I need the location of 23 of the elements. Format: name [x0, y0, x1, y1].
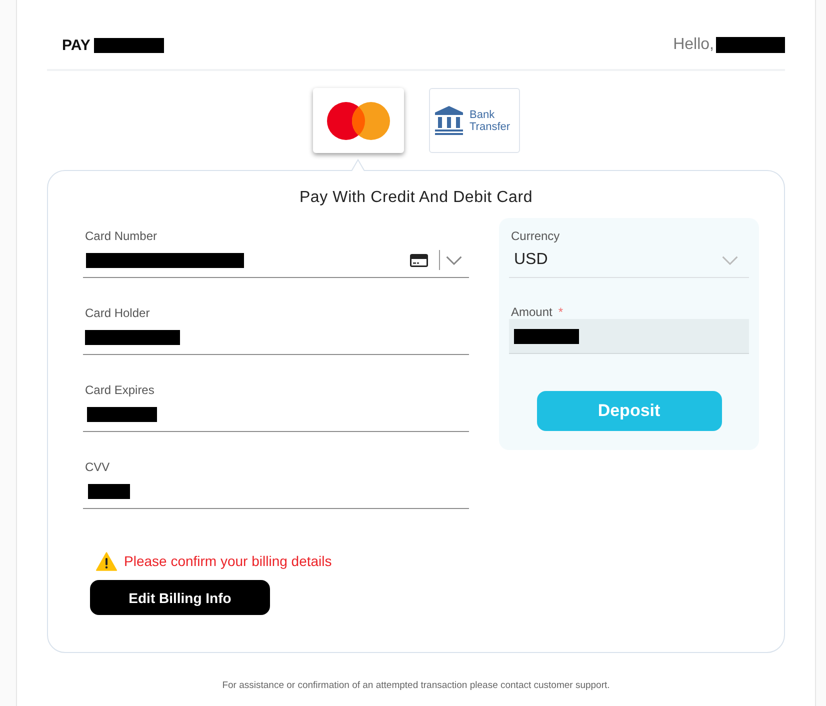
chevron-down-icon	[446, 256, 462, 264]
field-label: Amount	[510, 305, 552, 319]
form-title: Pay With Credit And Debit Card	[298, 188, 534, 208]
field-label: Card Number	[84, 229, 158, 243]
payment-method-tab[interactable]	[312, 88, 404, 153]
field-label: Currency	[510, 229, 561, 243]
field-label: Card Expires	[84, 383, 156, 397]
credit-card-icon	[410, 254, 428, 266]
footer-note: For assistance or confirmation of an attempted transaction please contact customer support.	[222, 680, 610, 691]
required-mark: *	[558, 305, 564, 319]
greeting-text: Hello,	[673, 36, 714, 54]
field-label: CVV	[84, 460, 111, 474]
currency-dropdown[interactable]: USD	[509, 243, 749, 278]
bank-building-icon	[434, 106, 462, 135]
alert-message: Please confirm your billing details	[124, 553, 332, 569]
warning-icon	[96, 552, 117, 570]
field-label: Card Holder	[84, 306, 151, 320]
payment-method-tab[interactable]: Bank Transfer	[428, 88, 520, 153]
page-title: PAY	[62, 36, 90, 54]
chevron-down-icon	[722, 256, 738, 264]
amount-field[interactable]	[509, 319, 749, 354]
overlapping-circles-icon	[326, 102, 390, 140]
edit-billing-button[interactable]: Edit Billing Info	[90, 580, 270, 615]
